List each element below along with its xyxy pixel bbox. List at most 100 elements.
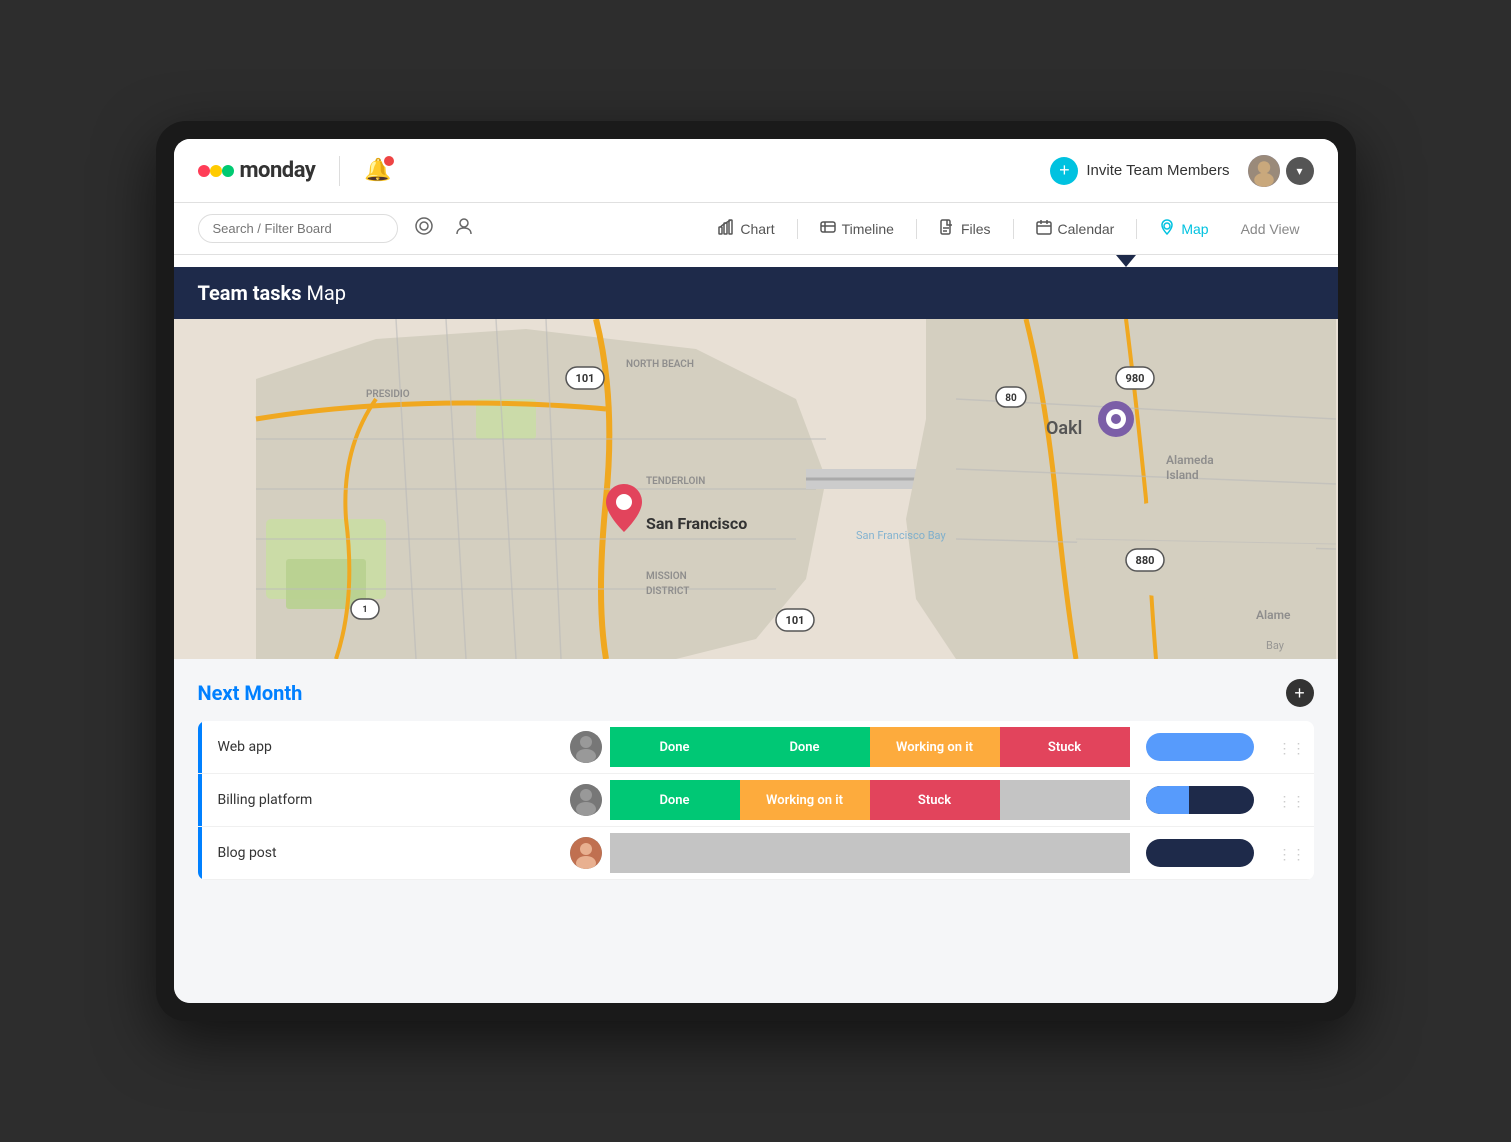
status-cell[interactable]: Done <box>610 721 740 774</box>
search-input[interactable] <box>198 214 398 243</box>
notification-bell[interactable]: 🔔 <box>364 158 391 183</box>
svg-text:80: 80 <box>1005 393 1017 404</box>
logo: monday <box>198 158 316 183</box>
svg-text:TENDERLOIN: TENDERLOIN <box>646 476 705 487</box>
progress-bar-dark <box>1146 839 1254 867</box>
filter-icon-btn[interactable] <box>410 212 438 245</box>
svg-text:Island: Island <box>1166 468 1199 482</box>
toolbar-left <box>198 212 478 245</box>
header-right: + Invite Team Members ▾ <box>1050 153 1313 189</box>
section-header: Next Month + <box>198 679 1314 707</box>
tab-files[interactable]: Files <box>925 213 1005 244</box>
notification-badge <box>382 154 396 168</box>
progress-cell <box>1130 774 1270 827</box>
status-badge <box>1000 833 1130 873</box>
tab-map-label: Map <box>1181 221 1208 237</box>
drag-handle-cell: ⋮⋮ <box>1270 721 1314 774</box>
drag-handle[interactable]: ⋮⋮ <box>1278 794 1306 810</box>
task-avatar <box>570 731 602 763</box>
page-title-light: Map <box>302 281 347 305</box>
status-badge: Stuck <box>870 780 1000 820</box>
status-cell[interactable]: Stuck <box>1000 721 1130 774</box>
add-view-button[interactable]: Add View <box>1227 215 1314 243</box>
task-avatar-cell <box>562 827 610 880</box>
task-name: Billing platform <box>202 774 562 827</box>
progress-cell <box>1130 721 1270 774</box>
status-badge: Done <box>740 727 870 767</box>
status-badge <box>1000 780 1130 820</box>
separator-2 <box>916 219 917 239</box>
status-cell[interactable]: Working on it <box>740 774 870 827</box>
svg-text:980: 980 <box>1125 372 1144 385</box>
drag-handle-cell: ⋮⋮ <box>1270 827 1314 880</box>
status-badge: Stuck <box>1000 727 1130 767</box>
svg-text:MISSION: MISSION <box>646 571 687 582</box>
logo-text: monday <box>240 158 316 183</box>
status-cell[interactable] <box>740 827 870 880</box>
avatar-dropdown-icon[interactable]: ▾ <box>1286 157 1314 185</box>
tab-timeline-label: Timeline <box>842 221 894 237</box>
add-view-label: Add View <box>1241 221 1300 237</box>
header-left: monday 🔔 <box>198 156 392 186</box>
drag-handle-cell: ⋮⋮ <box>1270 774 1314 827</box>
svg-text:Bay: Bay <box>1266 639 1285 652</box>
section-title: Next Month <box>198 681 303 705</box>
drag-handle[interactable]: ⋮⋮ <box>1278 847 1306 863</box>
toolbar-right: Chart Timeline <box>704 213 1313 244</box>
status-badge: Working on it <box>870 727 1000 767</box>
svg-text:San Francisco Bay: San Francisco Bay <box>856 529 946 542</box>
table-row: Web appDoneDoneWorking on itStuck⋮⋮ <box>198 721 1314 774</box>
map-arrow <box>1116 255 1136 267</box>
separator-4 <box>1136 219 1137 239</box>
tab-calendar[interactable]: Calendar <box>1022 213 1129 244</box>
status-badge <box>740 833 870 873</box>
map-container[interactable]: 101 80 980 880 1 101 PRESIDIO NORTH BEAC… <box>174 319 1338 659</box>
task-name: Blog post <box>202 827 562 880</box>
tab-chart[interactable]: Chart <box>704 213 788 244</box>
status-badge: Done <box>610 780 740 820</box>
tab-files-label: Files <box>961 221 991 237</box>
add-row-icon: + <box>1294 683 1305 704</box>
status-badge: Working on it <box>740 780 870 820</box>
task-avatar <box>570 837 602 869</box>
screen: monday 🔔 + Invite Team Members <box>174 139 1338 1003</box>
map-icon <box>1159 219 1175 238</box>
table-section: Next Month + Web appDoneDoneWorking on i… <box>174 659 1338 1003</box>
progress-bar-container <box>1146 786 1254 814</box>
task-name: Web app <box>202 721 562 774</box>
svg-text:101: 101 <box>785 614 804 627</box>
logo-divider <box>339 156 340 186</box>
chart-icon <box>718 219 734 238</box>
separator-1 <box>797 219 798 239</box>
status-cell[interactable]: Done <box>740 721 870 774</box>
page-title-strong: Team tasks <box>198 281 302 305</box>
status-cell[interactable] <box>1000 827 1130 880</box>
status-cell[interactable]: Stuck <box>870 774 1000 827</box>
status-cell[interactable]: Done <box>610 774 740 827</box>
status-cell[interactable] <box>610 827 740 880</box>
svg-text:880: 880 <box>1135 554 1154 567</box>
svg-text:Alameda: Alameda <box>1166 453 1214 467</box>
tab-timeline[interactable]: Timeline <box>806 213 908 244</box>
tab-map[interactable]: Map <box>1145 213 1222 244</box>
status-badge <box>610 833 740 873</box>
task-avatar-cell <box>562 721 610 774</box>
task-avatar <box>570 784 602 816</box>
add-row-button[interactable]: + <box>1286 679 1314 707</box>
separator-3 <box>1013 219 1014 239</box>
status-cell[interactable] <box>1000 774 1130 827</box>
progress-cell <box>1130 827 1270 880</box>
table-row: Blog post ⋮⋮ <box>198 827 1314 880</box>
status-cell[interactable] <box>870 827 1000 880</box>
invite-label: Invite Team Members <box>1086 162 1229 179</box>
invite-button[interactable]: + Invite Team Members <box>1050 157 1229 185</box>
drag-handle[interactable]: ⋮⋮ <box>1278 741 1306 757</box>
calendar-icon <box>1036 219 1052 238</box>
progress-fill <box>1146 786 1189 814</box>
status-badge: Done <box>610 727 740 767</box>
status-cell[interactable]: Working on it <box>870 721 1000 774</box>
tab-calendar-label: Calendar <box>1058 221 1115 237</box>
svg-text:Alame: Alame <box>1256 608 1291 622</box>
timeline-icon <box>820 219 836 238</box>
person-filter-btn[interactable] <box>450 212 478 245</box>
